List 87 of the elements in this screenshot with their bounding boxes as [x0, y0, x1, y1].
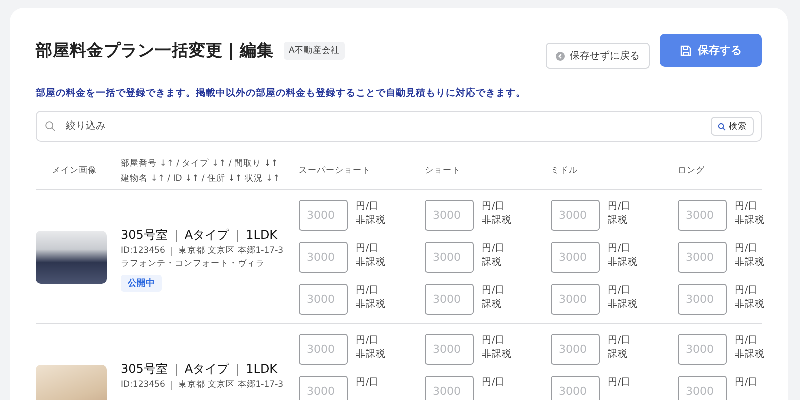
price-field[interactable]: 3000	[551, 200, 600, 231]
page-title: 部屋料金プラン一括変更｜編集	[36, 40, 274, 62]
price-field[interactable]: 3000	[425, 200, 474, 231]
tax-label: 非課税	[356, 348, 386, 362]
unit-label: 円/日	[356, 242, 380, 256]
tax-label: 課税	[482, 298, 503, 312]
room-id: ID:123456	[121, 245, 166, 257]
unit-label: 円/日	[608, 284, 632, 298]
tax-label: 非課税	[735, 214, 765, 228]
price-field[interactable]: 3000	[425, 376, 474, 400]
price-field[interactable]: 3000	[425, 242, 474, 273]
photo-placeholder	[36, 231, 107, 284]
room-id: ID:123456	[121, 379, 166, 391]
column-header: ロング	[678, 165, 706, 177]
room-address: 東京都 文京区 本郷1-17-3	[178, 379, 284, 391]
company-tag: A不動産会社	[284, 42, 345, 60]
unit-label: 円/日	[735, 376, 758, 390]
room-title: 1LDK	[246, 227, 278, 244]
tax-label: 非課税	[356, 298, 386, 312]
tax-label: 非課税	[735, 256, 765, 270]
search-button[interactable]: 検索	[711, 117, 754, 136]
save-button[interactable]: 保存する	[660, 34, 762, 67]
unit-label: 円/日	[735, 334, 760, 348]
column-header: ショート	[425, 165, 462, 177]
back-icon	[556, 52, 565, 60]
column-header: スーパーショート	[299, 165, 372, 177]
unit-label: 円/日	[608, 242, 632, 256]
price-field[interactable]: 3000	[299, 334, 348, 365]
back-button[interactable]: 保存せずに戻る	[546, 43, 650, 69]
price-field[interactable]: 3000	[425, 284, 474, 315]
room-title: 305号室	[121, 227, 168, 244]
price-field[interactable]: 3000	[425, 334, 474, 365]
unit-label: 円/日	[356, 284, 380, 298]
price-field[interactable]: 3000	[299, 284, 348, 315]
tax-label: 非課税	[482, 348, 512, 362]
price-field[interactable]: 3000	[299, 200, 348, 231]
price-field[interactable]: 3000	[678, 376, 727, 400]
tax-label: 非課税	[608, 256, 638, 270]
price-field[interactable]: 3000	[551, 284, 600, 315]
price-field[interactable]: 3000	[551, 334, 600, 365]
price-field[interactable]: 3000	[551, 376, 600, 400]
room-address: 東京都 文京区 本郷1-17-3	[178, 245, 284, 257]
unit-label: 円/日	[356, 200, 380, 214]
description-text: 部屋の料金を一括で登録できます。掲載中以外の部屋の料金も登録することで自動見積もりに対応できます。	[36, 87, 527, 100]
price-field[interactable]: 3000	[678, 200, 727, 231]
tax-label: 非課税	[356, 214, 386, 228]
price-field[interactable]: 3000	[299, 376, 348, 400]
unit-label: 円/日	[608, 200, 632, 214]
tax-label: 非課税	[482, 214, 512, 228]
room-title: 1LDK	[246, 361, 278, 378]
unit-label: 円/日	[735, 284, 760, 298]
room-title: Aタイプ	[184, 361, 230, 378]
unit-label: 円/日	[356, 376, 380, 390]
unit-label: 円/日	[735, 200, 760, 214]
unit-label: 円/日	[482, 200, 506, 214]
search-field[interactable]: 絞り込み 検索	[36, 111, 762, 142]
tax-label: 課税	[482, 256, 503, 270]
tax-label: 課税	[608, 348, 629, 362]
price-field[interactable]: 3000	[299, 242, 348, 273]
unit-label: 円/日	[356, 334, 380, 348]
save-icon	[680, 44, 692, 56]
column-header: 建物名 ↓↑ / ID ↓↑ / 住所 ↓↑ 状況 ↓↑	[121, 172, 282, 184]
price-field[interactable]: 3000	[678, 284, 727, 315]
room-title: 305号室	[121, 361, 168, 378]
tax-label: 非課税	[608, 298, 638, 312]
price-field[interactable]: 3000	[678, 242, 727, 273]
unit-label: 円/日	[482, 376, 506, 390]
search-icon	[718, 122, 726, 130]
unit-label: 円/日	[482, 242, 506, 256]
building-name: ラフォンテ・コンフォート・ヴィラ	[121, 258, 266, 270]
unit-label: 円/日	[608, 334, 632, 348]
column-header: 部屋番号 ↓↑ / タイプ ↓↑ / 間取り ↓↑	[121, 158, 280, 170]
room-title: Aタイプ	[184, 227, 230, 244]
tax-label: 非課税	[735, 298, 765, 312]
unit-label: 円/日	[608, 376, 632, 390]
tax-label: 非課税	[356, 256, 386, 270]
search-icon	[45, 121, 56, 132]
price-field[interactable]: 3000	[551, 242, 600, 273]
price-field[interactable]: 3000	[678, 334, 727, 365]
status-badge: 公開中	[121, 275, 162, 292]
unit-label: 円/日	[482, 334, 506, 348]
unit-label: 円/日	[735, 242, 760, 256]
tax-label: 非課税	[735, 348, 765, 362]
unit-label: 円/日	[482, 284, 506, 298]
tax-label: 課税	[608, 214, 629, 228]
column-header: メイン画像	[52, 165, 98, 177]
column-header: ミドル	[551, 165, 579, 177]
